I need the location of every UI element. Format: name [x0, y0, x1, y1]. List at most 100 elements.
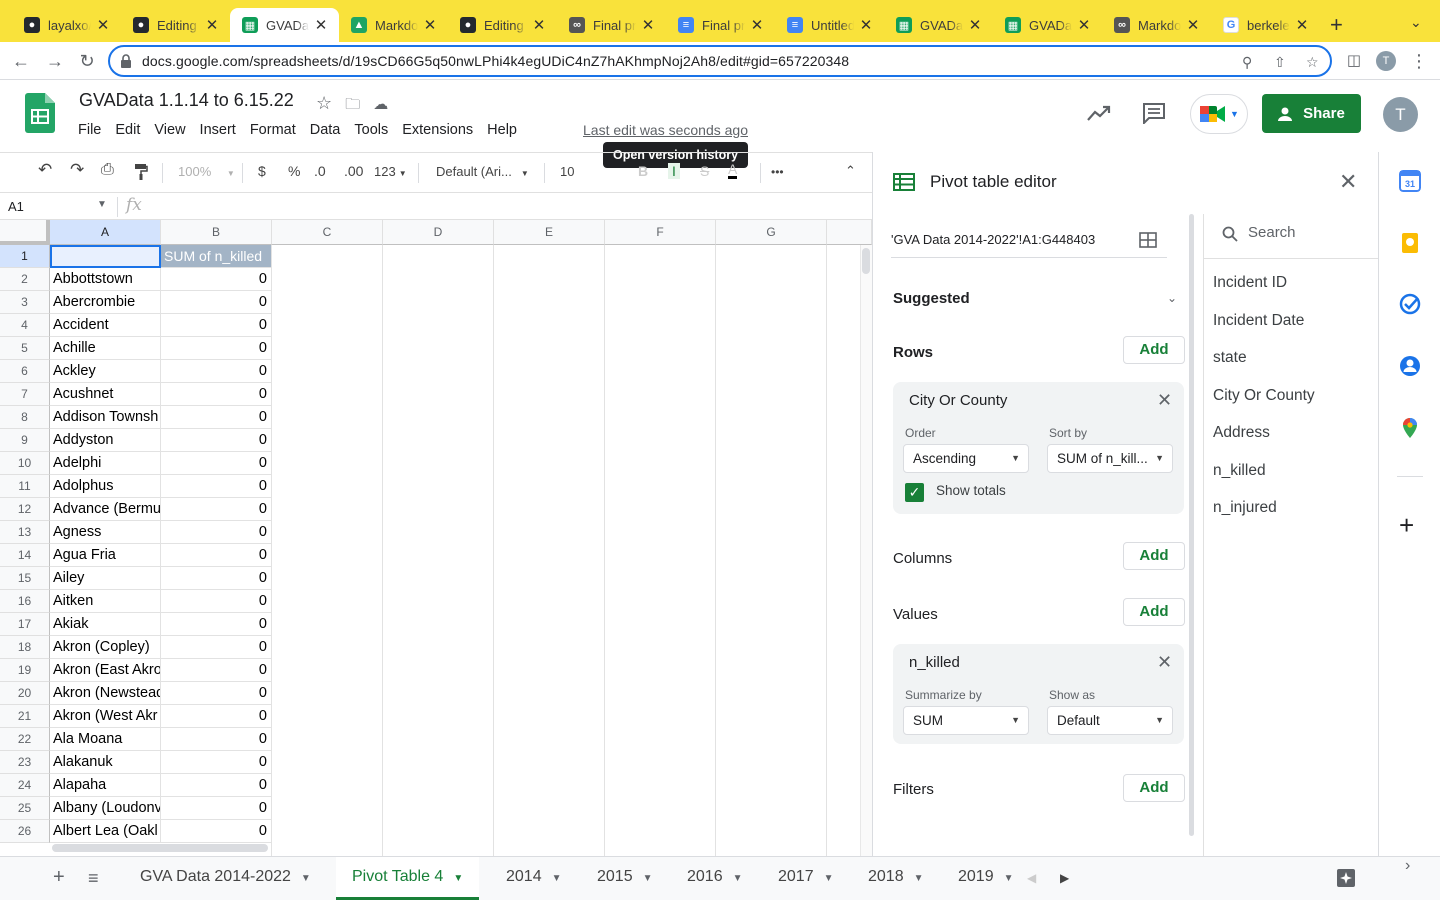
chevron-down-icon[interactable]: ▼	[914, 873, 924, 884]
grid-vertical-scrollbar[interactable]	[860, 245, 872, 856]
close-tab-icon[interactable]: ✕	[1185, 16, 1201, 34]
all-sheets-icon[interactable]: ≡	[88, 868, 99, 889]
table-cell[interactable]: Albert Lea (Oakl	[50, 820, 161, 843]
share-button[interactable]: Share	[1262, 94, 1361, 133]
column-header[interactable]: C	[272, 220, 383, 245]
row-header[interactable]: 21	[0, 705, 50, 728]
tab-search-icon[interactable]: ⌄	[1410, 14, 1422, 31]
font-size-select[interactable]: 10	[560, 164, 574, 179]
row-header[interactable]: 2	[0, 268, 50, 291]
paint-format-icon[interactable]	[134, 163, 148, 181]
table-cell[interactable]: Advance (Bermu	[50, 498, 161, 521]
collapse-toolbar-icon[interactable]: ⌃	[845, 163, 856, 179]
scroll-tabs-right-icon[interactable]: ▶	[1060, 871, 1069, 885]
new-tab-icon[interactable]: +	[1330, 12, 1343, 38]
add-values-button[interactable]: Add	[1123, 598, 1185, 626]
add-sheet-icon[interactable]: +	[53, 866, 65, 889]
table-cell[interactable]: 0	[161, 383, 272, 406]
table-cell[interactable]: Ailey	[50, 567, 161, 590]
table-cell[interactable]: 0	[161, 636, 272, 659]
table-cell[interactable]: Akiak	[50, 613, 161, 636]
table-cell[interactable]: 0	[161, 337, 272, 360]
browser-tab[interactable]: ▦ GVADat ✕	[884, 8, 993, 42]
table-cell[interactable]: Agua Fria	[50, 544, 161, 567]
row-header[interactable]: 4	[0, 314, 50, 337]
field-search-input[interactable]: Search	[1248, 224, 1296, 241]
close-tab-icon[interactable]: ✕	[204, 16, 220, 34]
contacts-icon[interactable]	[1399, 355, 1421, 377]
table-cell[interactable]: 0	[161, 820, 272, 843]
show-totals-checkbox[interactable]: ✓	[905, 483, 924, 502]
row-header[interactable]: 12	[0, 498, 50, 521]
table-cell[interactable]: 0	[161, 452, 272, 475]
table-cell[interactable]: Ackley	[50, 360, 161, 383]
column-header[interactable]: G	[716, 220, 827, 245]
table-cell[interactable]: 0	[161, 406, 272, 429]
add-rows-button[interactable]: Add	[1123, 336, 1185, 364]
field-list-item[interactable]: Incident Date	[1213, 312, 1304, 330]
field-list-item[interactable]: Incident ID	[1213, 274, 1287, 292]
close-tab-icon[interactable]: ✕	[313, 16, 329, 34]
field-list-item[interactable]: state	[1213, 349, 1247, 367]
bold-button[interactable]: B	[638, 163, 648, 179]
field-list-item[interactable]: City Or County	[1213, 387, 1315, 405]
sheet-tab[interactable]: 2018 ▼	[852, 857, 940, 900]
suggested-label[interactable]: Suggested	[893, 290, 970, 307]
table-cell[interactable]: Akron (East Akro	[50, 659, 161, 682]
column-header[interactable]: D	[383, 220, 494, 245]
table-cell[interactable]: 0	[161, 590, 272, 613]
chevron-down-icon[interactable]: ▼	[453, 873, 463, 884]
add-columns-button[interactable]: Add	[1123, 542, 1185, 570]
remove-value-field-icon[interactable]: ✕	[1157, 652, 1172, 673]
table-cell[interactable]: Addyston	[50, 429, 161, 452]
row-header[interactable]: 17	[0, 613, 50, 636]
chevron-down-icon[interactable]: ▼	[552, 873, 562, 884]
row-header[interactable]: 11	[0, 475, 50, 498]
table-cell[interactable]: Addison Townsh	[50, 406, 161, 429]
table-cell[interactable]: Alapaha	[50, 774, 161, 797]
decrease-decimal-button[interactable]: .0	[314, 163, 326, 179]
calendar-icon[interactable]: 31	[1399, 170, 1421, 192]
chevron-down-icon[interactable]: ▼	[824, 873, 834, 884]
font-family-select[interactable]: Default (Ari... ▼	[436, 164, 529, 179]
chevron-down-icon[interactable]: ⌄	[1167, 291, 1177, 305]
share-page-icon[interactable]: ⇧	[1274, 54, 1286, 71]
table-cell[interactable]: Akron (Newstead	[50, 682, 161, 705]
reload-icon[interactable]: ↻	[76, 50, 98, 72]
activity-trend-icon[interactable]	[1087, 104, 1111, 124]
undo-icon[interactable]: ↶	[38, 160, 52, 180]
redo-icon[interactable]: ↷	[70, 160, 84, 180]
close-tab-icon[interactable]: ✕	[858, 16, 874, 34]
close-icon[interactable]: ✕	[1339, 169, 1357, 195]
forward-icon[interactable]: →	[44, 50, 66, 72]
close-tab-icon[interactable]: ✕	[1294, 16, 1310, 34]
star-icon[interactable]: ☆	[316, 93, 332, 113]
move-folder-icon[interactable]: 🗀	[345, 96, 360, 113]
row-header[interactable]: 5	[0, 337, 50, 360]
bookmark-star-icon[interactable]: ☆	[1306, 54, 1319, 71]
row-header[interactable]: 18	[0, 636, 50, 659]
sort-by-select[interactable]: SUM of n_kill... ▼	[1047, 444, 1173, 473]
table-cell[interactable]: 0	[161, 797, 272, 820]
percent-format-button[interactable]: %	[288, 163, 300, 179]
browser-tab[interactable]: ▦ GVADat ✕	[993, 8, 1102, 42]
row-header[interactable]: 23	[0, 751, 50, 774]
column-header[interactable]	[827, 220, 872, 245]
column-header[interactable]: F	[605, 220, 716, 245]
row-header[interactable]: 15	[0, 567, 50, 590]
field-list-item[interactable]: n_killed	[1213, 462, 1266, 480]
row-header[interactable]: 20	[0, 682, 50, 705]
row-header[interactable]: 24	[0, 774, 50, 797]
sheet-tab[interactable]: GVA Data 2014-2022 ▼	[124, 857, 327, 900]
row-header[interactable]: 13	[0, 521, 50, 544]
cloud-status-icon[interactable]: ☁	[373, 96, 388, 113]
comments-icon[interactable]	[1142, 102, 1166, 124]
menu-edit[interactable]: Edit	[115, 122, 140, 138]
add-app-icon[interactable]: +	[1399, 512, 1414, 538]
last-edit-link[interactable]: Last edit was seconds ago	[583, 122, 748, 138]
add-filters-button[interactable]: Add	[1123, 774, 1185, 802]
column-header[interactable]: A	[50, 220, 161, 245]
browser-tab[interactable]: ● Editing ✕	[121, 8, 230, 42]
table-cell[interactable]: Ala Moana	[50, 728, 161, 751]
grid-horizontal-scrollbar[interactable]	[52, 844, 268, 852]
